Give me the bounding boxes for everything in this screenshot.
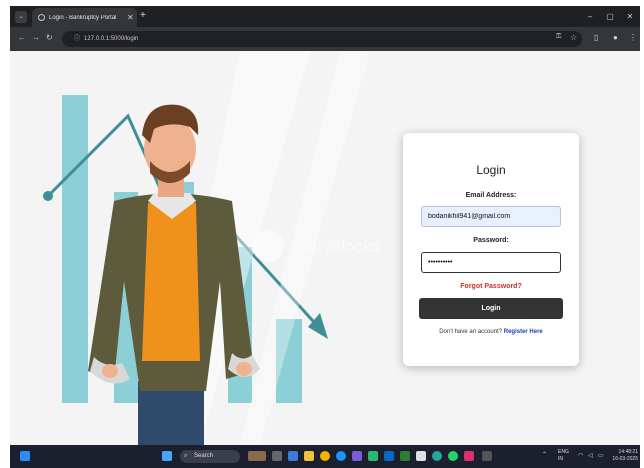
login-button[interactable]: Login: [419, 298, 563, 319]
app-icon[interactable]: [416, 451, 426, 461]
site-info-icon[interactable]: ⓘ: [74, 36, 80, 42]
forward-icon[interactable]: →: [32, 33, 40, 42]
wifi-icon[interactable]: ◠: [578, 453, 583, 460]
register-row: Don't have an account? Register Here: [403, 329, 579, 335]
tab-title: Login - Bankruptcy Portal: [49, 14, 117, 21]
edge-icon[interactable]: [336, 451, 346, 461]
screen: ⌄ Login - Bankruptcy Portal ✕ + – ▢ ✕ ← …: [0, 0, 644, 468]
back-icon[interactable]: ←: [18, 33, 26, 42]
email-field[interactable]: [421, 206, 561, 227]
menu-kebab-icon[interactable]: ⋮: [629, 33, 637, 42]
minimize-button[interactable]: –: [580, 6, 600, 27]
maximize-button[interactable]: ▢: [600, 6, 620, 27]
no-account-text: Don't have an account?: [439, 329, 504, 335]
taskbar: ⌕ Search ⌃ ENG IN ◠ ◁ ▭ 14:48:21 16-03-20…: [10, 445, 640, 468]
whatsapp-icon[interactable]: [448, 451, 458, 461]
vscode-icon[interactable]: [384, 451, 394, 461]
profile-icon[interactable]: ●: [613, 33, 618, 42]
login-card: Login Email Address: Password: Forgot Pa…: [403, 133, 579, 366]
search-placeholder: Search: [194, 453, 214, 459]
tab-close-icon[interactable]: ✕: [127, 13, 137, 22]
battery-icon[interactable]: ▭: [598, 453, 604, 460]
reload-icon[interactable]: ↻: [46, 33, 53, 42]
password-field[interactable]: [421, 252, 561, 273]
task-view-icon[interactable]: [272, 451, 282, 461]
tray-chevron-icon[interactable]: ⌃: [542, 452, 547, 459]
region-code: IN: [558, 456, 563, 462]
windows-start-icon[interactable]: [162, 451, 172, 461]
password-key-icon[interactable]: ⚿: [556, 33, 561, 41]
instagram-icon[interactable]: [464, 451, 474, 461]
bookmark-star-icon[interactable]: ☆: [570, 33, 577, 42]
language-indicator[interactable]: ENG IN: [558, 449, 569, 463]
close-window-button[interactable]: ✕: [620, 6, 640, 27]
app-icon[interactable]: [368, 451, 378, 461]
new-tab-button[interactable]: +: [140, 10, 146, 21]
login-title: Login: [476, 163, 506, 177]
window-controls: – ▢ ✕: [580, 6, 640, 27]
browser-toolbar: ← → ↻ ⓘ 127.0.0.1:5000/login ⚿ ☆ ▯ ● ⋮: [10, 27, 640, 51]
email-label: Email Address:: [465, 192, 517, 199]
volume-icon[interactable]: ◁: [588, 453, 593, 460]
sidebar-icon[interactable]: ▯: [594, 33, 598, 42]
chrome-icon[interactable]: [320, 451, 330, 461]
watermark-text: Storyblocks: [292, 237, 380, 256]
app-icon[interactable]: [482, 451, 492, 461]
clock[interactable]: 14:48:21 16-03-2025: [608, 449, 638, 463]
widgets-icon[interactable]: [20, 451, 30, 461]
register-link[interactable]: Register Here: [504, 329, 543, 335]
chart-bar-icon: [62, 95, 88, 403]
app-icon[interactable]: [400, 451, 410, 461]
copilot-icon[interactable]: [288, 451, 298, 461]
globe-icon: [38, 14, 45, 21]
language-code: ENG: [558, 449, 569, 455]
address-bar[interactable]: ⓘ 127.0.0.1:5000/login: [62, 31, 582, 47]
search-icon: ⌕: [184, 453, 188, 459]
tab-search-icon[interactable]: ⌄: [15, 11, 27, 23]
taskbar-search[interactable]: ⌕ Search: [180, 450, 240, 463]
url-text: 127.0.0.1:5000/login: [84, 36, 139, 42]
file-explorer-icon[interactable]: [304, 451, 314, 461]
browser-tab-bar: ⌄ Login - Bankruptcy Portal ✕ + – ▢ ✕: [10, 6, 640, 27]
forgot-password-link[interactable]: Forgot Password?: [403, 283, 579, 290]
password-label: Password:: [473, 237, 509, 244]
app-icon[interactable]: [432, 451, 442, 461]
clock-date: 16-03-2025: [612, 456, 638, 462]
app-icon[interactable]: [352, 451, 362, 461]
browser-tab[interactable]: Login - Bankruptcy Portal ✕: [32, 8, 137, 27]
news-widget-icon[interactable]: [248, 451, 266, 461]
login-page: Storyblocks Login Email Address: Passwor…: [10, 51, 640, 445]
clock-time: 14:48:21: [618, 449, 638, 455]
